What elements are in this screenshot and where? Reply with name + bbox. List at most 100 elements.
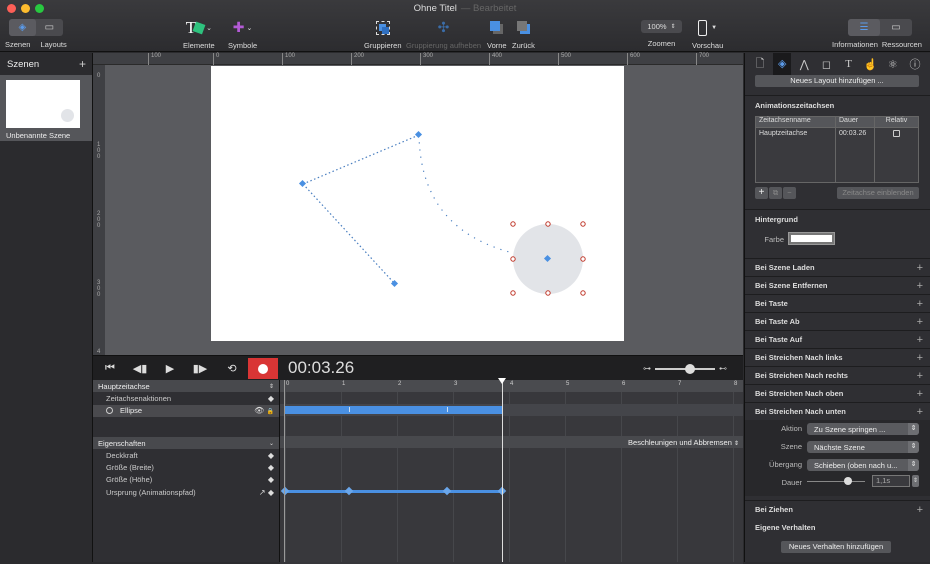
add-event-icon[interactable]: + — [917, 334, 923, 346]
main-timeline-row[interactable]: Hauptzeitachse ⇕ — [93, 380, 279, 393]
keyframe-icon[interactable]: ◆ — [268, 463, 274, 472]
col-header-relative[interactable]: Relativ — [875, 117, 918, 127]
add-event-icon[interactable]: + — [917, 298, 923, 310]
keyframe-icon[interactable]: ◆ — [268, 488, 274, 497]
resize-handle[interactable] — [580, 290, 586, 296]
elements-button[interactable]: T ⌄ Elemente — [183, 18, 215, 51]
path-point[interactable] — [390, 279, 399, 288]
resize-handle[interactable] — [545, 290, 551, 296]
add-event-icon[interactable]: + — [917, 280, 923, 292]
duration-input[interactable]: 1,1s — [872, 475, 910, 487]
scene-item[interactable]: Unbenannte Szene — [0, 75, 92, 141]
event-row[interactable]: Bei Szene Entfernen + — [745, 276, 930, 294]
step-forward-button[interactable]: ▮▶ — [185, 358, 215, 379]
duration-slider[interactable] — [807, 477, 865, 485]
timeline-tracks[interactable]: 0 1 2 3 4 5 6 7 8 Beschleunigen und Abbremsen ⇕ — [280, 378, 743, 564]
timeline-table-row[interactable]: Hauptzeitachse 00:03.26 — [756, 128, 918, 183]
scene-stage[interactable] — [211, 66, 624, 341]
add-timeline-button[interactable]: + — [755, 187, 768, 199]
duplicate-timeline-button[interactable]: ⧉ — [769, 187, 782, 199]
metrics-icon[interactable]: ⋀ — [795, 58, 813, 71]
properties-header[interactable]: Eigenschaften ⌄ — [93, 436, 279, 450]
keyframe-icon[interactable]: ◆ — [268, 451, 274, 460]
add-scene-button[interactable]: + — [79, 57, 86, 71]
resources-button[interactable]: ▭ — [880, 19, 912, 36]
resize-handle[interactable] — [510, 221, 516, 227]
resize-handle[interactable] — [580, 221, 586, 227]
new-behavior-button[interactable]: Neues Verhalten hinzufügen — [781, 541, 891, 553]
element-duration-bar[interactable] — [285, 406, 502, 414]
go-to-start-button[interactable]: ⏮ — [95, 358, 125, 379]
info-icon[interactable]: ⓘ — [906, 56, 924, 72]
new-layout-button[interactable]: Neues Layout hinzufügen ... — [755, 75, 919, 87]
add-event-icon[interactable]: + — [917, 388, 923, 400]
event-row[interactable]: Bei Streichen Nach rechts + — [745, 366, 930, 384]
event-row[interactable]: Bei Taste Ab + — [745, 312, 930, 330]
resize-handle[interactable] — [510, 290, 516, 296]
layouts-button[interactable]: ▭ — [36, 19, 63, 36]
timeline-zoom-slider[interactable] — [655, 363, 715, 374]
col-header-duration[interactable]: Dauer — [836, 117, 875, 127]
atom-icon[interactable]: ⚛ — [884, 58, 902, 71]
record-button[interactable] — [248, 358, 278, 379]
property-row[interactable]: Deckkraft ◆ — [93, 449, 279, 461]
bring-front-button[interactable]: Vorne — [487, 18, 507, 50]
shapes-icon[interactable]: ◻ — [817, 58, 835, 71]
property-row[interactable]: Ursprung (Animationspfad) ↗ ◆ — [93, 486, 279, 498]
zoom-stepper[interactable]: 100% ⇕ — [641, 20, 682, 33]
path-point[interactable] — [414, 130, 423, 139]
add-event-icon[interactable]: + — [917, 262, 923, 274]
duration-stepper[interactable]: ⇕ — [912, 475, 919, 487]
add-event-icon[interactable]: + — [917, 352, 923, 364]
group-button[interactable]: Gruppieren — [364, 18, 402, 50]
path-animation-bar[interactable] — [285, 490, 502, 493]
add-event-icon[interactable]: + — [917, 316, 923, 328]
show-timeline-button[interactable]: Zeitachse einblenden — [837, 187, 919, 199]
add-event-icon[interactable]: + — [917, 406, 923, 418]
resize-handle[interactable] — [580, 256, 586, 262]
resize-handle[interactable] — [545, 221, 551, 227]
transition-select[interactable]: Schieben (oben nach u... ⇕ — [807, 459, 919, 471]
scene-select[interactable]: Nächste Szene ⇕ — [807, 441, 919, 453]
keyframe-icon[interactable]: ◆ — [268, 475, 274, 484]
background-color-well[interactable] — [788, 232, 835, 245]
keyframe-icon[interactable]: ◆ — [268, 394, 274, 403]
event-row[interactable]: Bei Taste + — [745, 294, 930, 312]
timeline-ruler[interactable]: 0 1 2 3 4 5 6 7 8 — [280, 380, 743, 392]
updown-icon[interactable]: ⇕ — [269, 383, 274, 390]
symbols-button[interactable]: ✚ ⌄ Symbole — [228, 18, 257, 50]
remove-timeline-button[interactable]: − — [783, 187, 796, 199]
event-row[interactable]: Bei Streichen Nach oben + — [745, 384, 930, 402]
loop-button[interactable]: ⟲ — [217, 358, 247, 379]
ungroup-button[interactable]: ✣ Gruppierung aufheben — [406, 18, 481, 50]
eye-icon[interactable]: 👁 — [254, 406, 264, 415]
event-row[interactable]: Bei Szene Laden + — [745, 258, 930, 276]
path-curve-icon[interactable]: ↗ — [259, 488, 266, 497]
col-header-name[interactable]: Zeitachsenname — [756, 117, 836, 127]
play-button[interactable]: ▶ — [155, 358, 185, 379]
scenes-layouts-toggle[interactable]: ◈ ▭ — [8, 19, 63, 36]
lock-icon[interactable]: 🔒 — [267, 409, 274, 415]
event-row[interactable]: Bei Taste Auf + — [745, 330, 930, 348]
property-row[interactable]: Größe (Breite) ◆ — [93, 461, 279, 473]
easing-select[interactable]: Beschleunigen und Abbremsen ⇕ — [628, 438, 739, 447]
scenes-button[interactable]: ◈ — [8, 19, 36, 36]
event-row[interactable]: Bei Streichen Nach links + — [745, 348, 930, 366]
chevron-down-icon[interactable]: ⌄ — [269, 440, 274, 447]
event-row[interactable]: Bei Ziehen + — [745, 500, 930, 518]
property-row[interactable]: Größe (Höhe) ◆ — [93, 474, 279, 486]
document-icon[interactable]: 🗋 — [751, 55, 769, 74]
info-resources-toggle[interactable]: ☰ ▭ — [847, 19, 912, 36]
send-back-button[interactable]: Zurück — [512, 18, 535, 50]
action-select[interactable]: Zu Szene springen ... ⇕ — [807, 423, 919, 435]
info-button[interactable]: ☰ — [847, 19, 880, 36]
preview-button[interactable]: ▼ Vorschau — [692, 18, 723, 50]
relative-checkbox[interactable] — [893, 130, 900, 137]
element-row[interactable]: Ellipse 👁 🔒 — [93, 404, 279, 417]
text-icon[interactable]: T — [840, 58, 858, 70]
timeline-actions-row[interactable]: Zeitachsenaktionen ◆ — [93, 392, 279, 404]
add-event-icon[interactable]: + — [917, 370, 923, 382]
path-point[interactable] — [298, 179, 307, 188]
event-row[interactable]: Bei Streichen Nach unten + — [745, 402, 930, 420]
resize-handle[interactable] — [510, 256, 516, 262]
